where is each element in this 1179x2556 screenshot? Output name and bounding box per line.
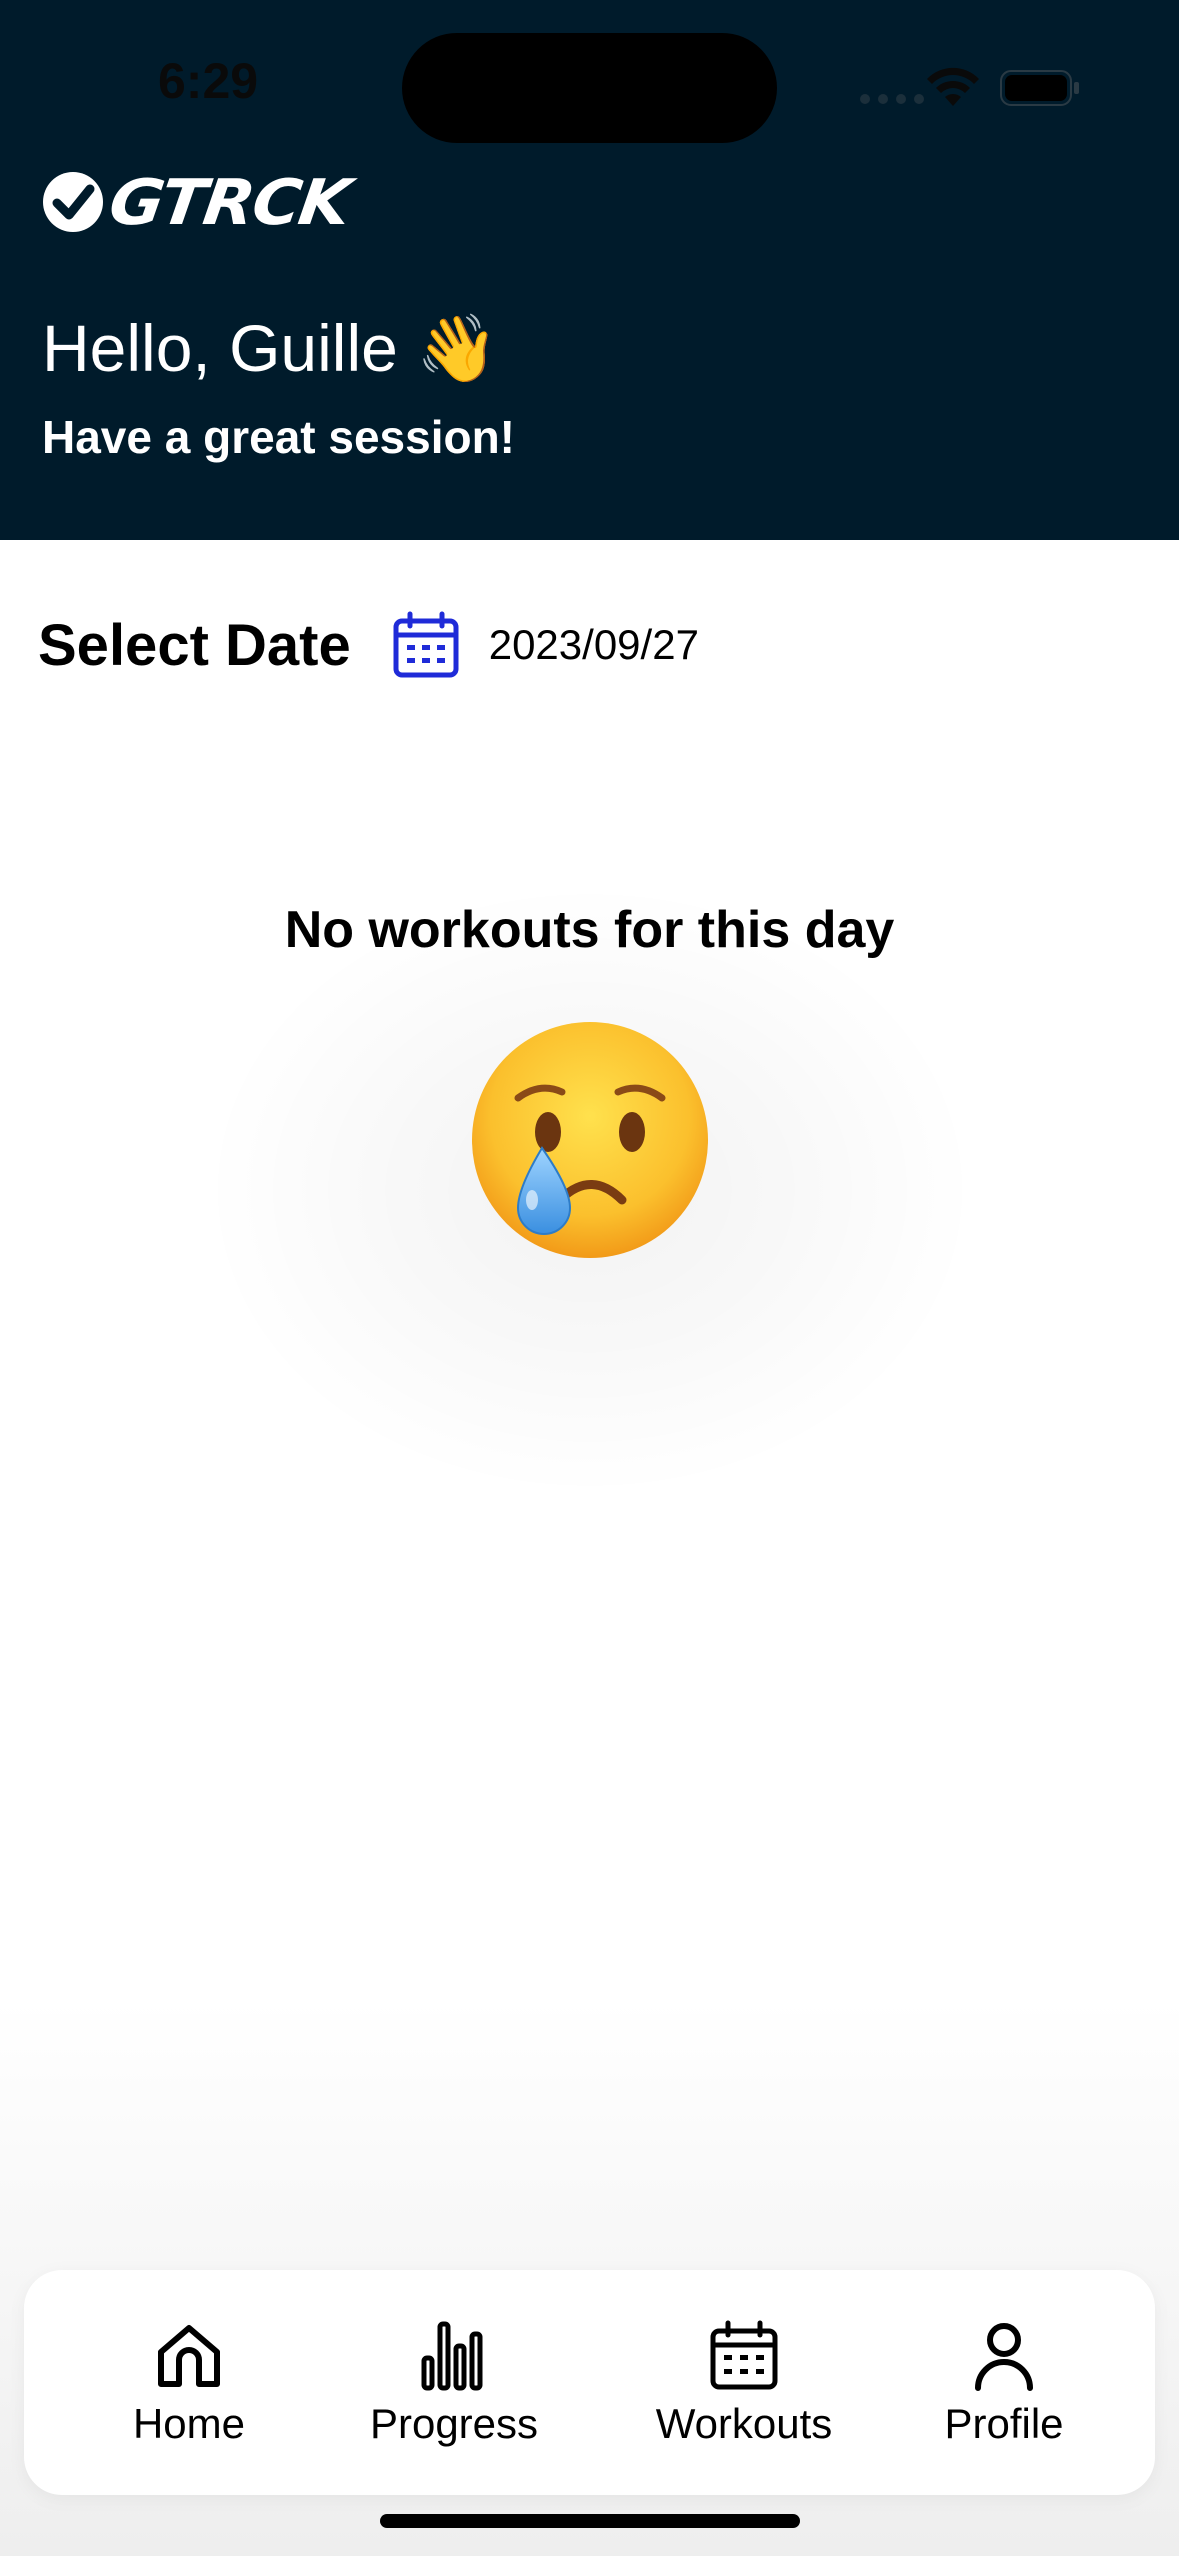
app-logo: GTRCK <box>42 165 354 239</box>
bar-chart-icon <box>421 2321 483 2391</box>
tab-workouts-label: Workouts <box>655 2400 833 2447</box>
home-indicator[interactable] <box>380 2514 800 2528</box>
calendar-icon <box>393 611 459 678</box>
tab-progress-label: Progress <box>369 2400 539 2447</box>
user-icon <box>975 2323 1033 2391</box>
check-logo-icon <box>43 172 103 232</box>
tab-bar: Home Progress Workouts Profile <box>24 2270 1155 2495</box>
home-icon <box>158 2325 220 2387</box>
empty-state: No workouts for this day <box>0 900 1179 1260</box>
date-selector: Select Date 2023/09/27 <box>38 600 699 690</box>
wifi-icon <box>927 67 979 106</box>
calendar-button[interactable] <box>391 610 461 680</box>
tab-progress[interactable]: Progress <box>334 2270 574 2495</box>
tab-home-label: Home <box>132 2400 246 2447</box>
logo-text: GTRCK <box>104 165 354 239</box>
tab-home[interactable]: Home <box>84 2270 294 2495</box>
dynamic-island <box>402 33 777 143</box>
no-workouts-message: No workouts for this day <box>284 901 895 959</box>
tab-workouts[interactable]: Workouts <box>624 2270 864 2495</box>
greeting-subtitle: Have a great session! <box>42 411 516 463</box>
battery-icon <box>1000 70 1079 106</box>
tab-profile[interactable]: Profile <box>909 2270 1099 2495</box>
crying-face-icon <box>471 1022 708 1258</box>
calendar-icon <box>710 2320 778 2390</box>
tab-profile-label: Profile <box>944 2400 1064 2447</box>
status-time: 6:29 <box>158 53 259 109</box>
select-date-label: Select Date <box>38 612 351 678</box>
status-bar: 6:29 <box>0 0 1179 170</box>
selected-date-value[interactable]: 2023/09/27 <box>489 621 699 669</box>
greeting-title: Hello, Guille 👋 <box>42 311 499 385</box>
cellular-signal-icon <box>860 94 924 104</box>
header: 6:29 GTRCK Hello, Guille 👋 Have a great … <box>0 0 1179 540</box>
